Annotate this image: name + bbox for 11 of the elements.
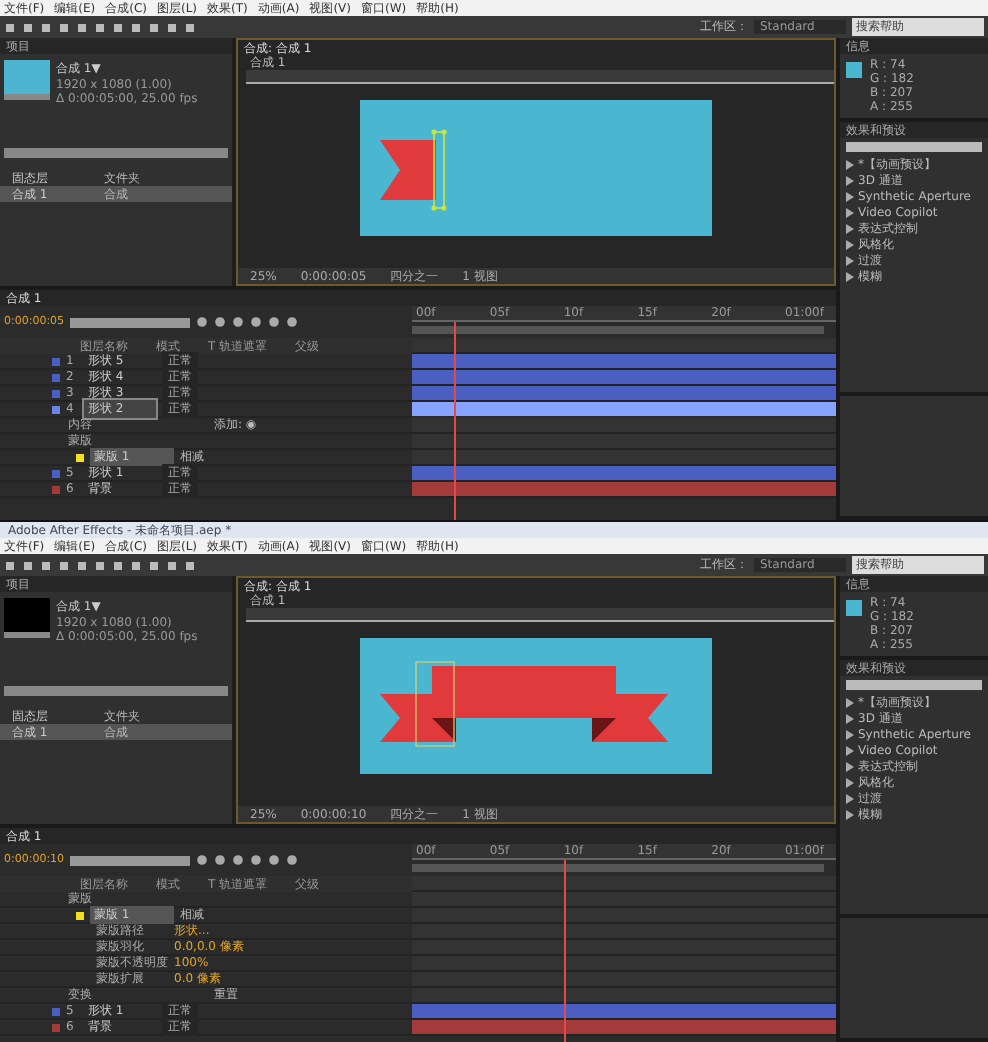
search-field[interactable]: [846, 680, 982, 690]
flag-shape: [380, 129, 447, 211]
mask-color-icon: [76, 911, 84, 919]
search-field[interactable]: [70, 317, 191, 327]
search-field[interactable]: [846, 142, 982, 152]
mask-color-icon: [76, 453, 84, 461]
search-field[interactable]: [4, 148, 228, 158]
color-swatch: [846, 600, 862, 616]
search-field[interactable]: [70, 855, 191, 865]
color-swatch: [846, 62, 862, 78]
search-field[interactable]: [4, 686, 228, 696]
